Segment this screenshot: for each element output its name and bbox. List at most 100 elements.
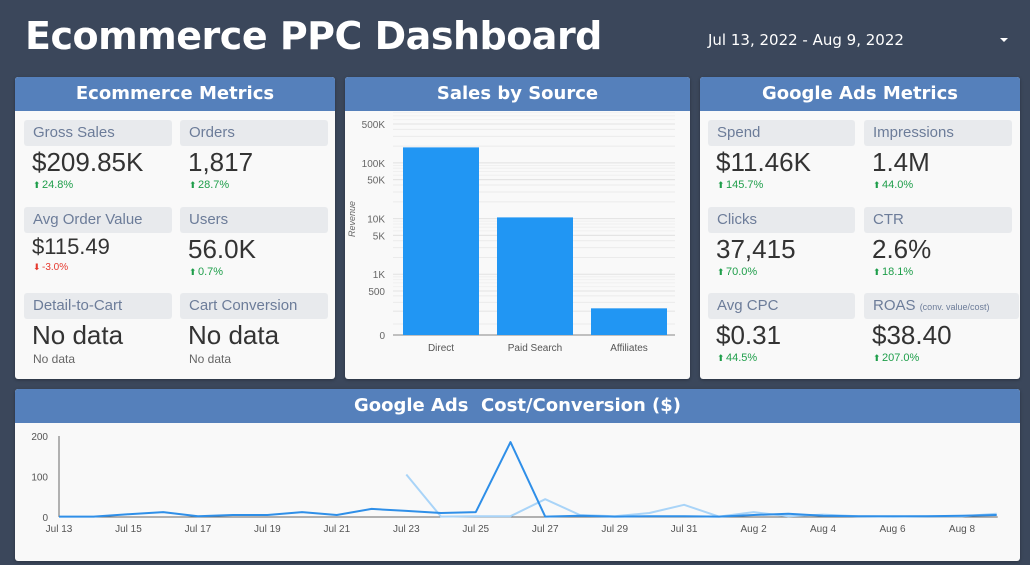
metric-sublabel: (conv. value/cost) — [919, 302, 990, 312]
metric-label: Avg Order Value — [24, 207, 172, 233]
x-tick-label: Aug 6 — [879, 524, 906, 535]
x-tick-label: Paid Search — [508, 343, 562, 354]
metric-value: No data — [32, 320, 124, 350]
metric-label: Cart Conversion — [180, 293, 328, 319]
x-tick-label: Jul 17 — [185, 524, 212, 535]
metric-orders[interactable]: Orders 1,817 ⬆28.7% — [180, 120, 328, 202]
x-tick-label: Jul 21 — [323, 524, 350, 535]
y-tick-label: 50K — [367, 176, 385, 187]
metric-change: No data — [189, 352, 232, 366]
bar-direct — [403, 147, 479, 335]
metric-change: ⬆18.1% — [864, 266, 1012, 278]
x-tick-label: Aug 8 — [949, 524, 976, 535]
metric-value: 2.6% — [872, 234, 932, 264]
series-line-previous — [405, 473, 997, 518]
x-tick-label: Jul 15 — [115, 524, 142, 535]
metric-change: ⬇-3.0% — [24, 262, 172, 273]
metric-value: 1,817 — [188, 147, 254, 177]
panel-title: Google Ads Cost/Conversion ($) — [15, 389, 1020, 423]
arrow-up-icon: ⬆ — [873, 267, 881, 277]
metric-change-value: 0.7% — [198, 266, 224, 278]
metric-value: $38.40 — [872, 320, 952, 350]
metric-change: ⬆145.7% — [708, 179, 855, 191]
metric-label: Impressions — [864, 120, 1012, 146]
arrow-up-icon: ⬆ — [717, 267, 725, 277]
metric-avg-order-value[interactable]: Avg Order Value $115.49 ⬇-3.0% — [24, 207, 172, 289]
metric-change-value: 18.1% — [882, 266, 914, 278]
y-tick-label: 0 — [379, 331, 385, 342]
metric-value: $209.85K — [32, 147, 144, 177]
metric-ctr[interactable]: CTR 2.6% ⬆18.1% — [864, 207, 1012, 289]
x-tick-label: Affiliates — [610, 343, 648, 354]
google-ads-metrics-panel: Google Ads Metrics Spend $11.46K ⬆145.7%… — [700, 77, 1020, 379]
metric-change-value: -3.0% — [42, 262, 69, 273]
metric-label-text: ROAS — [873, 297, 916, 314]
metric-spend[interactable]: Spend $11.46K ⬆145.7% — [708, 120, 855, 202]
metric-change-value: 24.8% — [42, 179, 74, 191]
date-range-picker[interactable]: Jul 13, 2022 - Aug 9, 2022 — [688, 28, 1012, 54]
metric-change-value: 145.7% — [726, 179, 764, 191]
x-tick-label: Jul 31 — [671, 524, 698, 535]
sales-by-source-panel: Sales by Source 0 500 1K 5K 10K 50K 100K 500K Re… — [345, 77, 690, 379]
cost-per-conversion-chart[interactable]: 0 100 200 Jul 13 Jul 15 Jul 17 Jul 19 Jul 21 Jul… — [15, 423, 1020, 561]
metric-label: Avg CPC — [708, 293, 855, 319]
x-tick-label: Jul 23 — [393, 524, 420, 535]
metric-value: $115.49 — [32, 234, 110, 259]
metric-value: $0.31 — [716, 320, 782, 350]
date-range-text: Jul 13, 2022 - Aug 9, 2022 — [708, 31, 904, 49]
cost-per-conversion-panel: Google Ads Cost/Conversion ($) 0 100 200 Ju… — [15, 389, 1020, 561]
y-tick-label: 10K — [367, 215, 385, 226]
arrow-up-icon: ⬆ — [873, 353, 881, 363]
bar-affiliates — [591, 308, 667, 335]
y-tick-label: 1K — [373, 270, 386, 281]
panel-title: Sales by Source — [345, 77, 690, 111]
x-tick-label: Direct — [428, 343, 454, 354]
metric-value: $11.46K — [716, 147, 811, 177]
metric-label: Spend — [708, 120, 855, 146]
metric-label: Clicks — [708, 207, 855, 233]
series-line-current — [59, 441, 997, 518]
metric-impressions[interactable]: Impressions 1.4M ⬆44.0% — [864, 120, 1012, 202]
metric-detail-to-cart[interactable]: Detail-to-Cart No data No data — [24, 293, 172, 375]
y-tick-label: 5K — [373, 231, 386, 242]
metric-change: ⬆0.7% — [180, 266, 328, 278]
arrow-up-icon: ⬆ — [717, 353, 725, 363]
metric-change-value: 28.7% — [198, 179, 230, 191]
y-tick-label: 0 — [42, 513, 48, 524]
arrow-up-icon: ⬆ — [873, 180, 881, 190]
panel-title: Ecommerce Metrics — [15, 77, 335, 111]
metric-change: ⬆44.5% — [708, 352, 855, 364]
metric-change-value: 70.0% — [726, 266, 758, 278]
panel-title: Google Ads Metrics — [700, 77, 1020, 111]
y-tick-label: 100 — [31, 473, 48, 484]
y-tick-label: 500K — [362, 120, 386, 131]
metric-cart-conversion[interactable]: Cart Conversion No data No data — [180, 293, 328, 375]
y-tick-label: 100K — [362, 159, 386, 170]
metric-label: ROAS (conv. value/cost) — [864, 293, 1019, 319]
page-title: Ecommerce PPC Dashboard — [25, 14, 602, 58]
metric-change: ⬆24.8% — [24, 179, 172, 191]
y-axis-label: Revenue — [347, 201, 357, 237]
sales-by-source-chart[interactable]: 0 500 1K 5K 10K 50K 100K 500K Revenue Direct Paid … — [345, 111, 690, 379]
metric-clicks[interactable]: Clicks 37,415 ⬆70.0% — [708, 207, 855, 289]
metric-avg-cpc[interactable]: Avg CPC $0.31 ⬆44.5% — [708, 293, 855, 375]
arrow-up-icon: ⬆ — [33, 180, 41, 190]
x-tick-label: Aug 2 — [741, 524, 768, 535]
y-tick-label: 200 — [31, 432, 48, 443]
caret-down-icon[interactable] — [1000, 38, 1008, 42]
metric-value: 56.0K — [188, 234, 256, 264]
arrow-down-icon: ⬇ — [33, 262, 41, 272]
x-tick-label: Jul 27 — [532, 524, 559, 535]
metric-change-value: 44.0% — [882, 179, 914, 191]
x-tick-label: Jul 29 — [601, 524, 628, 535]
metric-value: 1.4M — [872, 147, 930, 177]
metric-label: Users — [180, 207, 328, 233]
metric-roas[interactable]: ROAS (conv. value/cost) $38.40 ⬆207.0% — [864, 293, 1019, 375]
metric-gross-sales[interactable]: Gross Sales $209.85K ⬆24.8% — [24, 120, 172, 202]
metric-label: CTR — [864, 207, 1012, 233]
x-tick-label: Aug 4 — [810, 524, 837, 535]
metric-users[interactable]: Users 56.0K ⬆0.7% — [180, 207, 328, 289]
metric-change: ⬆28.7% — [180, 179, 328, 191]
bar-paid-search — [497, 217, 573, 335]
arrow-up-icon: ⬆ — [189, 180, 197, 190]
